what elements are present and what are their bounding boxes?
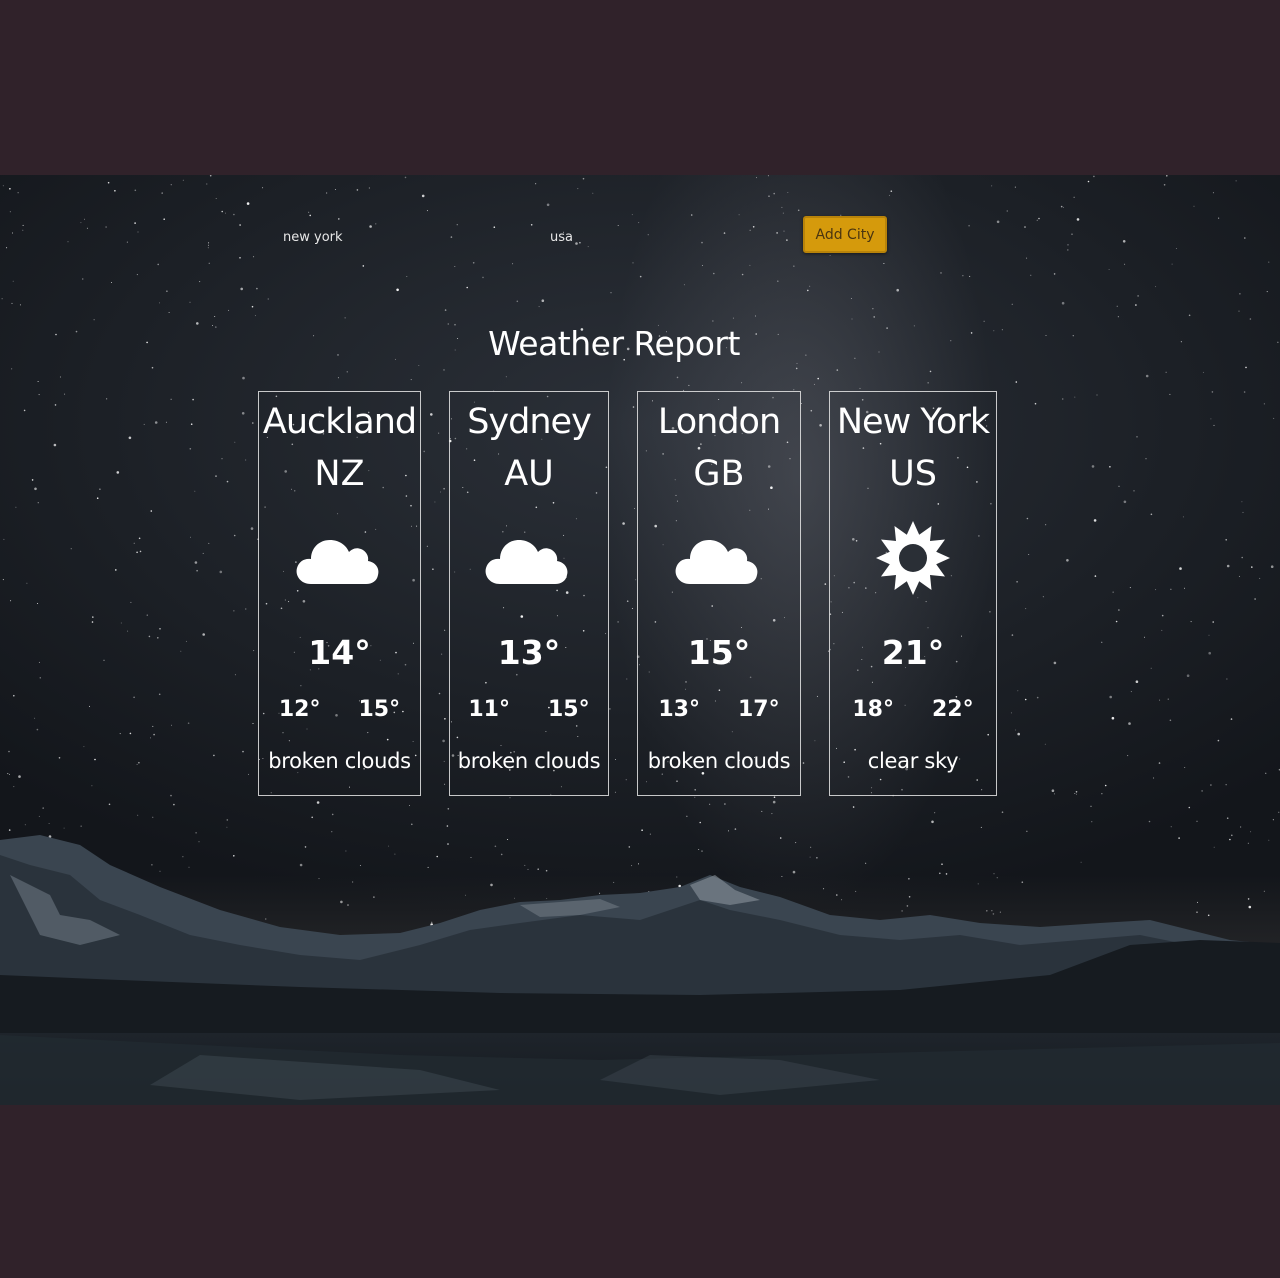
sun-icon xyxy=(876,521,950,595)
min-max-temperatures: 11° 15° xyxy=(450,695,608,725)
current-temperature: 13° xyxy=(497,633,561,672)
current-temperature: 15° xyxy=(687,633,751,672)
cloud-icon xyxy=(485,540,568,584)
min-temperature: 18° xyxy=(852,697,894,722)
weather-description: broken clouds xyxy=(457,749,601,773)
cloud-icon xyxy=(296,540,378,584)
min-temperature: 13° xyxy=(658,697,700,722)
min-max-temperatures: 18° 22° xyxy=(830,695,996,725)
weather-card-auckland: Auckland NZ 14° 12° 15° broken clouds xyxy=(258,391,421,796)
weather-description: broken clouds xyxy=(647,749,791,773)
weather-description: broken clouds xyxy=(268,749,411,773)
country-code: GB xyxy=(693,454,745,494)
city-name: Sydney xyxy=(467,402,592,442)
add-city-button[interactable]: Add City xyxy=(803,216,887,253)
max-temperature: 17° xyxy=(738,697,780,722)
country-code: NZ xyxy=(314,454,365,494)
weather-card-sydney: Sydney AU 13° 11° 15° broken clouds xyxy=(449,391,609,796)
min-temperature: 12° xyxy=(278,697,321,722)
country-code: AU xyxy=(504,454,554,494)
current-temperature: 14° xyxy=(308,633,371,672)
add-city-form: Add City xyxy=(0,175,1280,295)
city-name: Auckland xyxy=(262,402,417,442)
max-temperature: 15° xyxy=(548,697,590,722)
city-input[interactable] xyxy=(283,225,483,249)
min-max-temperatures: 12° 15° xyxy=(259,695,420,725)
country-code: US xyxy=(889,454,937,494)
city-name: London xyxy=(657,402,781,442)
min-temperature: 11° xyxy=(468,697,510,722)
current-temperature: 21° xyxy=(881,633,945,672)
weather-card-new-york: New York US 21° 18° 22° clear sky xyxy=(829,391,997,796)
country-input[interactable] xyxy=(550,225,750,249)
cloud-icon xyxy=(675,540,758,584)
max-temperature: 22° xyxy=(932,697,974,722)
min-max-temperatures: 13° 17° xyxy=(638,695,800,725)
weather-description: clear sky xyxy=(867,749,959,773)
max-temperature: 15° xyxy=(358,697,401,722)
weather-card-london: London GB 15° 13° 17° broken clouds xyxy=(637,391,801,796)
city-name: New York xyxy=(836,402,990,442)
page-title: Weather Report xyxy=(488,324,740,364)
